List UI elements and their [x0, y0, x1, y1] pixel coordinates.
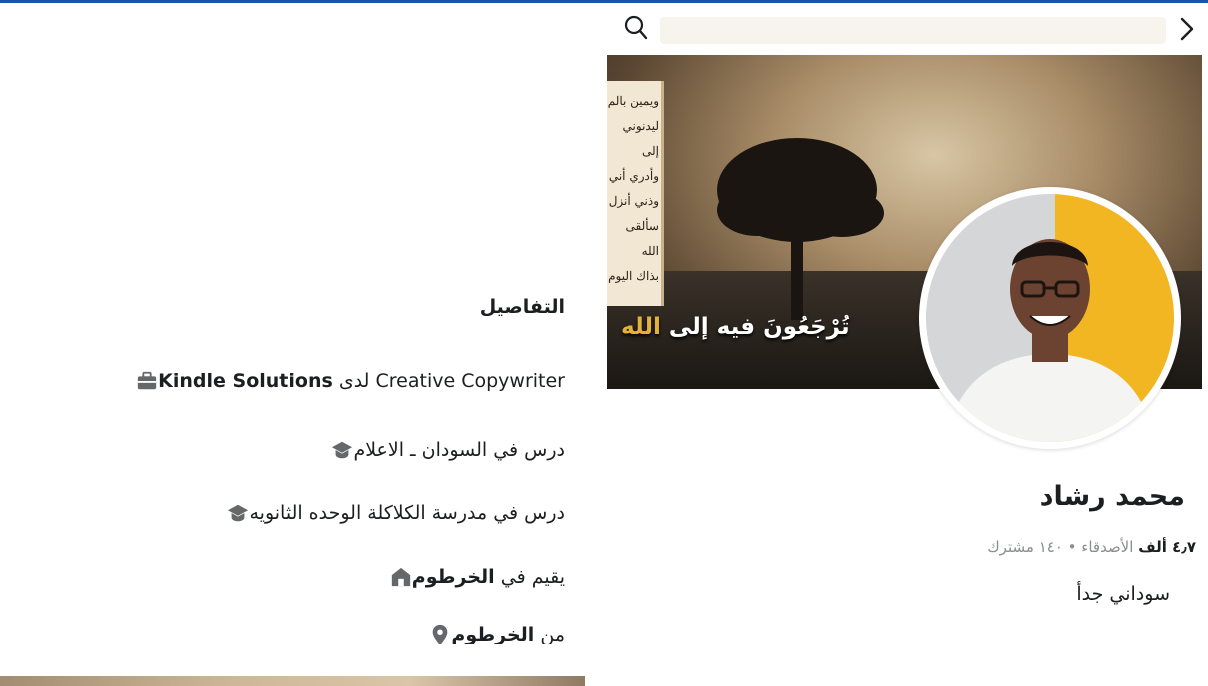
education-detail-2[interactable]: درس في مدرسة الكلاكلة الوحده الثانويه — [213, 498, 565, 528]
tree-illustration — [717, 138, 884, 320]
profile-stats[interactable]: ٤٫٧ ألف الأصدقاء • ١٤٠ مشترك — [987, 538, 1196, 556]
search-field-background[interactable] — [660, 17, 1166, 44]
home-icon — [391, 567, 410, 587]
education-text-1: درس في السودان ـ الاعلام — [353, 439, 565, 461]
top-accent-bar — [0, 0, 1208, 3]
work-text: Creative Copywriter لدى Kindle Solutions — [158, 370, 565, 392]
profile-bio: سوداني جدأ — [1076, 583, 1170, 605]
work-role: Creative Copywriter — [375, 370, 565, 392]
top-search-bar — [607, 5, 1208, 51]
from-city[interactable]: الخرطوم — [451, 624, 534, 644]
person-illustration — [946, 239, 1154, 442]
scroll-line: ليدنوني إلى — [622, 119, 659, 158]
avatar-photo — [926, 194, 1174, 442]
cover-caption: تُرْجَعُونَ فيه إلى الله — [621, 314, 850, 340]
work-detail[interactable]: Creative Copywriter لدى Kindle Solutions — [122, 366, 565, 396]
chevron-right-icon[interactable] — [1178, 15, 1196, 43]
scroll-line: سألقى الله — [625, 219, 659, 258]
search-icon[interactable] — [623, 13, 649, 43]
quote-scroll: ويمين بالم ليدنوني إلى وأدري أني وذني أن… — [607, 81, 664, 306]
lives-in-detail[interactable]: يقيم في الخرطوم — [376, 562, 565, 592]
scroll-line: بذاك اليوم — [608, 269, 659, 283]
details-heading: التفاصيل — [479, 296, 565, 318]
lives-in-city[interactable]: الخرطوم — [412, 566, 495, 588]
lives-in-prefix: يقيم في — [500, 566, 565, 588]
partial-photo-thumbnail[interactable] — [0, 676, 585, 686]
friends-count: ٤٫٧ ألف — [1138, 538, 1196, 556]
work-at: لدى — [338, 370, 370, 392]
education-text-2: درس في مدرسة الكلاكلة الوحده الثانويه — [249, 502, 565, 524]
scroll-line: ويمين بالم — [607, 94, 659, 108]
cover-caption-main: تُرْجَعُونَ فيه إلى — [668, 314, 850, 340]
from-prefix: من — [540, 624, 565, 644]
from-text: من الخرطوم — [451, 624, 565, 644]
stats-separator: • — [1067, 538, 1077, 556]
graduation-cap-icon — [332, 441, 353, 459]
briefcase-icon — [137, 371, 157, 390]
followers-label: مشترك — [987, 538, 1034, 556]
cover-caption-accent: الله — [621, 314, 661, 340]
profile-avatar[interactable] — [919, 187, 1181, 449]
followers-count: ١٤٠ — [1038, 538, 1063, 556]
work-company[interactable]: Kindle Solutions — [158, 370, 333, 392]
scroll-line: وأدري أني — [608, 169, 659, 183]
graduation-cap-icon — [228, 504, 249, 522]
education-detail-1[interactable]: درس في السودان ـ الاعلام — [317, 435, 565, 465]
from-detail[interactable]: من الخرطوم — [415, 624, 565, 644]
lives-in-text: يقيم في الخرطوم — [412, 566, 565, 588]
scroll-line: وذني أنزل — [608, 194, 659, 208]
profile-name: محمد رشاد — [1039, 481, 1185, 512]
location-pin-icon — [433, 624, 448, 644]
friends-label: الأصدقاء — [1081, 538, 1134, 556]
